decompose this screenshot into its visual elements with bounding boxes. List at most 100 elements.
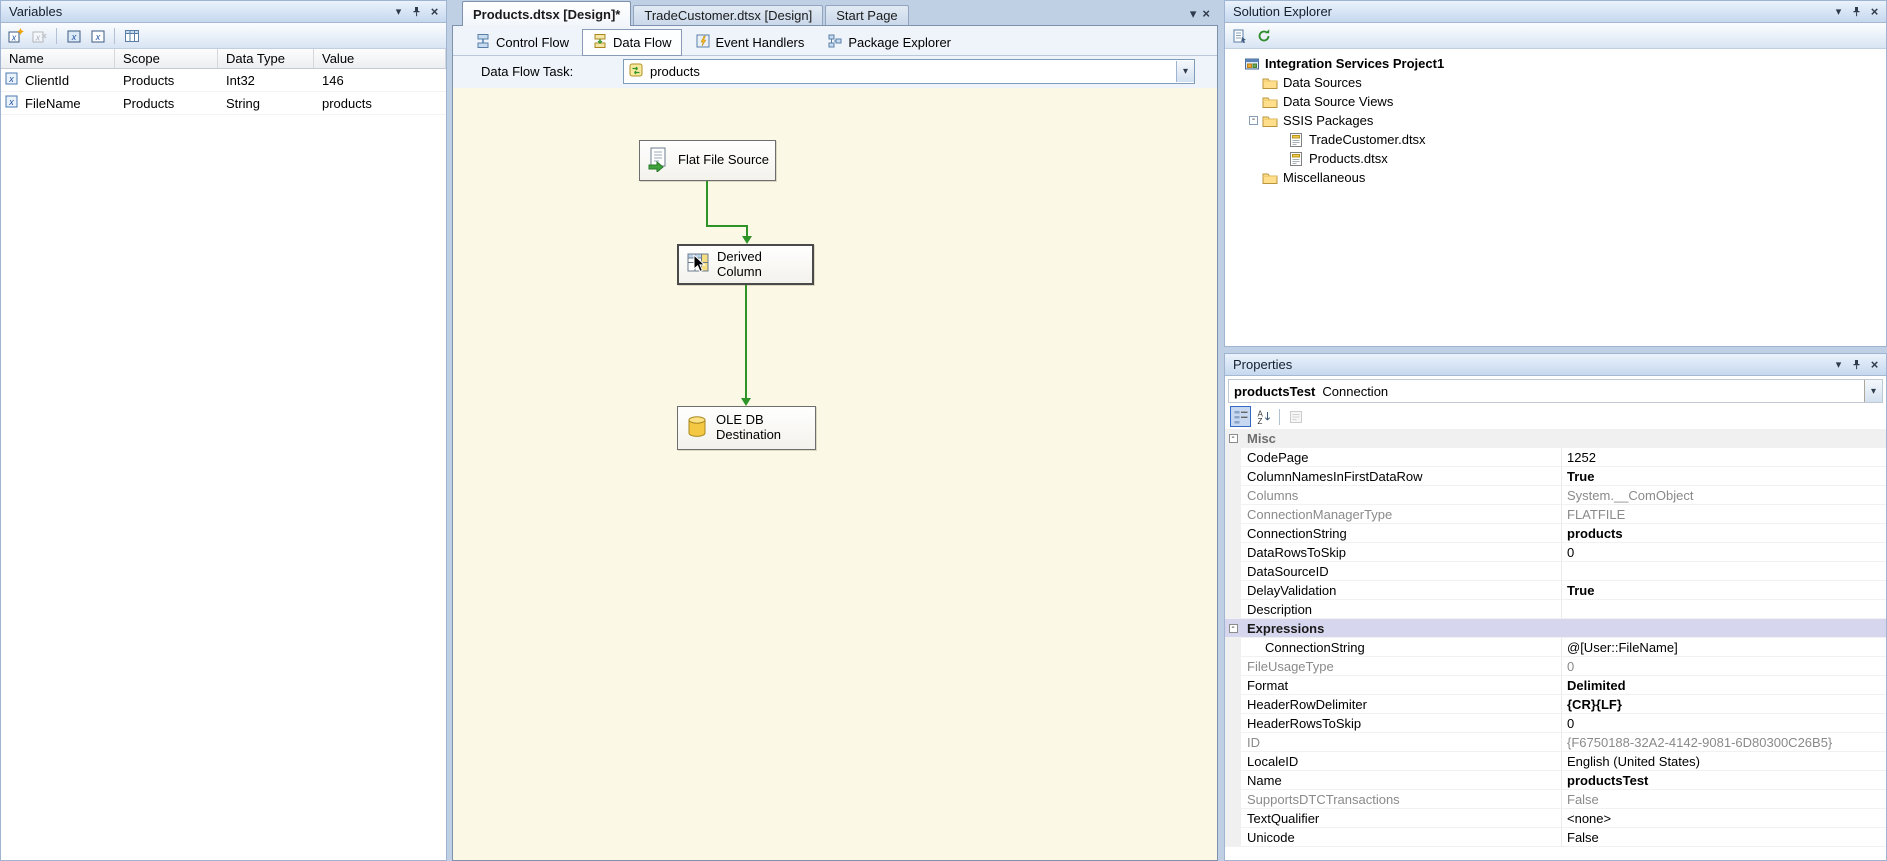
property-grid-gutter <box>1225 752 1241 770</box>
property-row[interactable]: ColumnsSystem.__ComObject <box>1225 486 1886 505</box>
tab-products-dtsx[interactable]: Products.dtsx [Design]* <box>462 1 631 26</box>
property-value[interactable]: System.__ComObject <box>1562 486 1886 504</box>
property-value[interactable]: True <box>1562 581 1886 599</box>
property-value[interactable]: <none> <box>1562 809 1886 827</box>
ole-db-destination-icon <box>684 414 710 443</box>
property-row[interactable]: SupportsDTCTransactionsFalse <box>1225 790 1886 809</box>
category-expander-icon[interactable]: - <box>1229 434 1238 443</box>
variable-value[interactable]: products <box>314 96 446 111</box>
component-ole-db-destination[interactable]: OLE DB Destination <box>677 406 816 450</box>
property-row[interactable]: NameproductsTest <box>1225 771 1886 790</box>
data-path-connector[interactable] <box>706 181 708 227</box>
variable-row[interactable]: x FileName Products String products <box>1 92 446 115</box>
property-row[interactable]: FileUsageType0 <box>1225 657 1886 676</box>
property-category-row[interactable]: -Misc <box>1225 429 1886 448</box>
property-row[interactable]: ConnectionManagerTypeFLATFILE <box>1225 505 1886 524</box>
component-derived-column[interactable]: Derived Column <box>677 244 814 285</box>
property-value[interactable]: English (United States) <box>1562 752 1886 770</box>
column-header-data-type[interactable]: Data Type <box>218 49 314 68</box>
window-position-menu-icon[interactable]: ▾ <box>1830 4 1847 20</box>
chevron-down-icon[interactable]: ▾ <box>1864 380 1882 402</box>
property-value[interactable]: False <box>1562 828 1886 846</box>
window-position-menu-icon[interactable]: ▾ <box>1830 357 1847 373</box>
property-category-row[interactable]: -Expressions <box>1225 619 1886 638</box>
column-header-scope[interactable]: Scope <box>115 49 218 68</box>
property-value[interactable]: 0 <box>1562 657 1886 675</box>
property-value[interactable]: products <box>1562 524 1886 542</box>
property-value[interactable]: True <box>1562 467 1886 485</box>
show-all-variables-icon[interactable]: x <box>87 25 108 46</box>
tree-item[interactable]: -SSIS Packages <box>1225 111 1886 130</box>
auto-hide-pin-icon[interactable] <box>1848 357 1865 373</box>
property-row[interactable]: TextQualifier<none> <box>1225 809 1886 828</box>
property-row[interactable]: FormatDelimited <box>1225 676 1886 695</box>
properties-window-icon[interactable] <box>1229 25 1250 46</box>
close-icon[interactable]: × <box>426 4 443 20</box>
column-header-value[interactable]: Value <box>314 49 446 68</box>
document-list-menu-icon[interactable]: ▾ <box>1190 6 1197 22</box>
categorized-view-icon[interactable] <box>1230 406 1251 427</box>
variable-value[interactable]: 146 <box>314 73 446 88</box>
chevron-down-icon[interactable]: ▾ <box>1176 61 1194 82</box>
tree-item[interactable]: TradeCustomer.dtsx <box>1225 130 1886 149</box>
property-row[interactable]: Description <box>1225 600 1886 619</box>
auto-hide-pin-icon[interactable] <box>408 4 425 20</box>
property-row[interactable]: ColumnNamesInFirstDataRowTrue <box>1225 467 1886 486</box>
data-flow-task-dropdown[interactable]: products ▾ <box>623 59 1195 84</box>
property-value[interactable] <box>1562 600 1886 618</box>
property-value[interactable]: False <box>1562 790 1886 808</box>
property-value[interactable] <box>1562 562 1886 580</box>
tree-item[interactable]: Miscellaneous <box>1225 168 1886 187</box>
property-row[interactable]: LocaleIDEnglish (United States) <box>1225 752 1886 771</box>
tab-data-flow[interactable]: Data Flow <box>582 29 682 56</box>
property-value[interactable]: {CR}{LF} <box>1562 695 1886 713</box>
property-row[interactable]: CodePage1252 <box>1225 448 1886 467</box>
property-row[interactable]: UnicodeFalse <box>1225 828 1886 847</box>
auto-hide-pin-icon[interactable] <box>1848 4 1865 20</box>
property-row[interactable]: DataRowsToSkip0 <box>1225 543 1886 562</box>
tree-item[interactable]: Products.dtsx <box>1225 149 1886 168</box>
property-value[interactable]: 0 <box>1562 543 1886 561</box>
property-value[interactable]: {F6750188-32A2-4142-9081-6D80300C26B5} <box>1562 733 1886 751</box>
tab-control-flow[interactable]: Control Flow <box>465 29 579 56</box>
window-position-menu-icon[interactable]: ▾ <box>390 4 407 20</box>
data-path-connector[interactable] <box>706 225 748 227</box>
property-row[interactable]: ConnectionString@[User::FileName] <box>1225 638 1886 657</box>
refresh-icon[interactable] <box>1253 25 1274 46</box>
close-document-icon[interactable]: × <box>1202 6 1210 22</box>
data-path-connector[interactable] <box>745 285 747 399</box>
property-pages-icon[interactable] <box>1285 406 1306 427</box>
tab-tradecustomer-dtsx[interactable]: TradeCustomer.dtsx [Design] <box>633 5 823 26</box>
property-row[interactable]: DelayValidationTrue <box>1225 581 1886 600</box>
property-value[interactable]: @[User::FileName] <box>1562 638 1886 656</box>
tree-item[interactable]: Data Source Views <box>1225 92 1886 111</box>
tab-event-handlers[interactable]: Event Handlers <box>685 29 815 56</box>
property-value[interactable]: productsTest <box>1562 771 1886 789</box>
variable-row[interactable]: x ClientId Products Int32 146 <box>1 69 446 92</box>
property-row[interactable]: ID{F6750188-32A2-4142-9081-6D80300C26B5} <box>1225 733 1886 752</box>
property-value[interactable]: FLATFILE <box>1562 505 1886 523</box>
category-expander-icon[interactable]: - <box>1229 624 1238 633</box>
tree-expander-icon[interactable]: - <box>1249 116 1258 125</box>
property-row[interactable]: HeaderRowsToSkip0 <box>1225 714 1886 733</box>
tab-start-page[interactable]: Start Page <box>825 5 908 26</box>
tree-item[interactable]: Data Sources <box>1225 73 1886 92</box>
property-row[interactable]: HeaderRowDelimiter{CR}{LF} <box>1225 695 1886 714</box>
alphabetical-sort-icon[interactable]: AZ <box>1253 406 1274 427</box>
tree-item[interactable]: Integration Services Project1 <box>1225 54 1886 73</box>
close-icon[interactable]: × <box>1866 357 1883 373</box>
property-row[interactable]: ConnectionStringproducts <box>1225 524 1886 543</box>
property-value[interactable]: Delimited <box>1562 676 1886 694</box>
choose-columns-icon[interactable] <box>121 25 142 46</box>
property-row[interactable]: DataSourceID <box>1225 562 1886 581</box>
column-header-name[interactable]: Name <box>1 49 115 68</box>
add-variable-icon[interactable]: x <box>5 25 26 46</box>
properties-object-selector[interactable]: productsTest Connection ▾ <box>1228 379 1883 403</box>
show-system-variables-icon[interactable]: x <box>63 25 84 46</box>
property-value[interactable]: 1252 <box>1562 448 1886 466</box>
delete-variable-icon[interactable]: x <box>29 25 50 46</box>
property-value[interactable]: 0 <box>1562 714 1886 732</box>
tab-package-explorer[interactable]: Package Explorer <box>817 29 961 56</box>
component-flat-file-source[interactable]: Flat File Source <box>639 140 776 181</box>
close-icon[interactable]: × <box>1866 4 1883 20</box>
